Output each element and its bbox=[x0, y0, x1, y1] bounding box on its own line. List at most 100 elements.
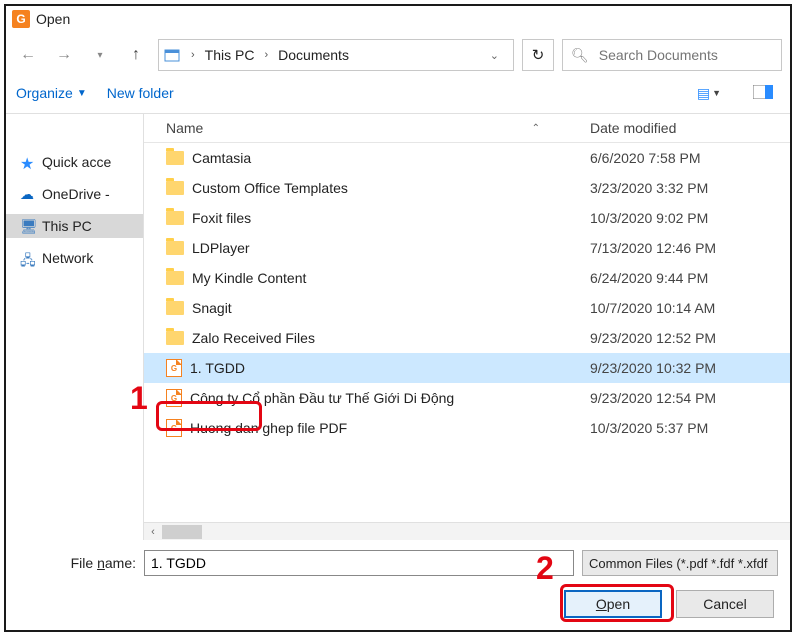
back-button[interactable]: ← bbox=[14, 41, 42, 69]
refresh-button[interactable]: ↻ bbox=[522, 39, 554, 71]
star-icon: ★ bbox=[20, 154, 36, 170]
column-headers: Name ⌃ Date modified bbox=[144, 114, 790, 143]
search-box[interactable]: 🔍︎ bbox=[562, 39, 782, 71]
file-row[interactable]: Camtasia 6/6/2020 7:58 PM bbox=[144, 143, 790, 173]
sidebar-item-label: OneDrive - bbox=[42, 186, 110, 202]
action-row: Open Cancel bbox=[18, 590, 778, 618]
filetype-dropdown[interactable]: Common Files (*.pdf *.fdf *.xfdf bbox=[582, 550, 778, 576]
file-date-label: 10/3/2020 9:02 PM bbox=[590, 210, 790, 226]
cancel-button[interactable]: Cancel bbox=[676, 590, 774, 618]
chevron-down-icon: ▼ bbox=[77, 88, 87, 99]
file-row[interactable]: LDPlayer7/13/2020 12:46 PM bbox=[144, 233, 790, 263]
folder-icon bbox=[166, 241, 184, 255]
monitor-icon: 🖥 bbox=[20, 218, 36, 234]
file-name-label: Foxit files bbox=[192, 210, 251, 226]
preview-pane-button[interactable] bbox=[746, 81, 780, 105]
main-area: ★ Quick acce ☁ OneDrive - 🖥 This PC 🖧 Ne… bbox=[6, 113, 790, 540]
toolbar: Organize ▼ New folder ▤ ▼ bbox=[6, 77, 790, 113]
file-date-label: 6/24/2020 9:44 PM bbox=[590, 270, 790, 286]
chevron-down-icon: ▼ bbox=[712, 88, 721, 98]
file-name-label: 1. TGDD bbox=[190, 360, 245, 376]
arrow-right-icon: → bbox=[56, 46, 72, 64]
file-row[interactable]: G 1. TGDD 9/23/2020 10:32 PM bbox=[144, 353, 790, 383]
file-row[interactable]: Custom Office Templates3/23/2020 3:32 PM bbox=[144, 173, 790, 203]
cloud-icon: ☁ bbox=[20, 186, 36, 202]
file-name-cell: Snagit bbox=[144, 300, 590, 316]
file-name-label: Snagit bbox=[192, 300, 232, 316]
chevron-down-icon: ▾ bbox=[97, 50, 102, 61]
open-button[interactable]: Open bbox=[564, 590, 662, 618]
file-list: Camtasia 6/6/2020 7:58 PM Custom Office Te… bbox=[144, 143, 790, 522]
file-name-cell: Foxit files bbox=[144, 210, 590, 226]
file-name-cell: LDPlayer bbox=[144, 240, 590, 256]
file-name-label: Huong dan ghep file PDF bbox=[190, 420, 347, 436]
file-name-label: Custom Office Templates bbox=[192, 180, 348, 196]
file-date-label: 9/23/2020 10:32 PM bbox=[590, 360, 790, 376]
file-date-label: 10/3/2020 5:37 PM bbox=[590, 420, 790, 436]
sidebar-item-onedrive[interactable]: ☁ OneDrive - bbox=[6, 182, 143, 206]
file-row[interactable]: Snagit10/7/2020 10:14 AM bbox=[144, 293, 790, 323]
crumb-documents[interactable]: Documents bbox=[274, 45, 353, 65]
horizontal-scrollbar[interactable]: ‹ bbox=[144, 522, 790, 540]
folder-icon bbox=[166, 151, 184, 165]
app-icon: G bbox=[12, 10, 30, 28]
file-name-label: My Kindle Content bbox=[192, 270, 306, 286]
file-date-label: 7/13/2020 12:46 PM bbox=[590, 240, 790, 256]
column-name[interactable]: Name ⌃ bbox=[144, 120, 590, 136]
up-button[interactable]: ↑ bbox=[122, 41, 150, 69]
column-date[interactable]: Date modified bbox=[590, 120, 790, 136]
sidebar-item-label: Network bbox=[42, 250, 93, 266]
organize-label: Organize bbox=[16, 85, 73, 101]
forward-button[interactable]: → bbox=[50, 41, 78, 69]
window-title: Open bbox=[36, 11, 70, 27]
refresh-icon: ↻ bbox=[532, 46, 545, 64]
column-name-label: Name bbox=[166, 120, 203, 136]
file-row[interactable]: GHuong dan ghep file PDF10/3/2020 5:37 P… bbox=[144, 413, 790, 443]
file-name-cell: Custom Office Templates bbox=[144, 180, 590, 196]
folder-icon bbox=[166, 271, 184, 285]
chevron-down-icon[interactable]: ⌄ bbox=[480, 49, 509, 62]
file-row[interactable]: My Kindle Content 6/24/2020 9:44 PM bbox=[144, 263, 790, 293]
search-input[interactable] bbox=[597, 46, 782, 64]
network-icon: 🖧 bbox=[20, 250, 36, 266]
file-row[interactable]: GCông ty Cổ phần Đầu tư Thế Giới Di Động… bbox=[144, 383, 790, 413]
file-date-label: 9/23/2020 12:52 PM bbox=[590, 330, 790, 346]
sidebar-item-this-pc[interactable]: 🖥 This PC bbox=[6, 214, 143, 238]
sidebar: ★ Quick acce ☁ OneDrive - 🖥 This PC 🖧 Ne… bbox=[6, 114, 144, 540]
folder-icon bbox=[166, 211, 184, 225]
pdf-file-icon: G bbox=[166, 389, 182, 407]
file-date-label: 9/23/2020 12:54 PM bbox=[590, 390, 790, 406]
view-mode-button[interactable]: ▤ ▼ bbox=[692, 81, 726, 105]
crumb-this-pc[interactable]: This PC bbox=[201, 45, 259, 65]
file-row[interactable]: Zalo Received Files 9/23/2020 12:52 PM bbox=[144, 323, 790, 353]
sidebar-item-quick-access[interactable]: ★ Quick acce bbox=[6, 150, 143, 174]
pdf-file-icon: G bbox=[166, 359, 182, 377]
folder-icon bbox=[166, 331, 184, 345]
folder-icon bbox=[166, 181, 184, 195]
file-name-cell: Zalo Received Files bbox=[144, 330, 590, 346]
filename-label: File name: bbox=[18, 555, 136, 571]
breadcrumb[interactable]: › This PC › Documents ⌄ bbox=[158, 39, 514, 71]
file-row[interactable]: Foxit files 10/3/2020 9:02 PM bbox=[144, 203, 790, 233]
file-date-label: 6/6/2020 7:58 PM bbox=[590, 150, 790, 166]
chevron-right-icon: › bbox=[187, 49, 199, 61]
filename-input[interactable] bbox=[144, 550, 574, 576]
scroll-thumb[interactable] bbox=[162, 525, 202, 539]
sidebar-item-label: This PC bbox=[42, 218, 92, 234]
recent-dropdown[interactable]: ▾ bbox=[86, 41, 114, 69]
scroll-track[interactable] bbox=[162, 525, 790, 539]
scroll-left-icon[interactable]: ‹ bbox=[144, 526, 162, 538]
sort-asc-icon: ⌃ bbox=[532, 123, 540, 134]
preview-pane-icon bbox=[753, 85, 773, 102]
sidebar-item-network[interactable]: 🖧 Network bbox=[6, 246, 143, 270]
organize-menu[interactable]: Organize ▼ bbox=[16, 85, 87, 101]
file-name-label: Camtasia bbox=[192, 150, 251, 166]
arrow-up-icon: ↑ bbox=[132, 46, 140, 64]
folder-icon bbox=[163, 46, 181, 64]
file-name-label: Zalo Received Files bbox=[192, 330, 315, 346]
sidebar-item-label: Quick acce bbox=[42, 154, 111, 170]
new-folder-button[interactable]: New folder bbox=[107, 85, 174, 101]
arrow-left-icon: ← bbox=[20, 46, 36, 64]
file-name-cell: GCông ty Cổ phần Đầu tư Thế Giới Di Động bbox=[144, 389, 590, 407]
file-name-cell: My Kindle Content bbox=[144, 270, 590, 286]
